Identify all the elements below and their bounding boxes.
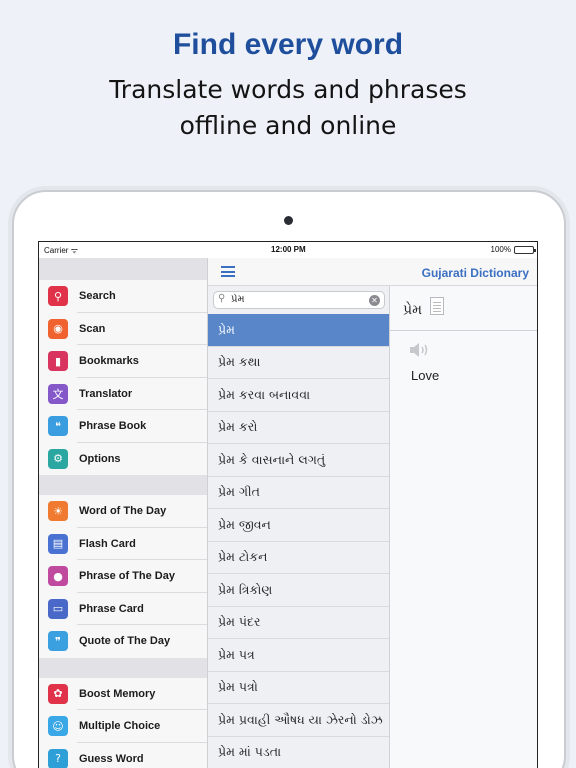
flash-card-icon: ▤ bbox=[48, 533, 68, 554]
sidebar-item-label: Boost Memory bbox=[79, 687, 156, 700]
sidebar-item-label: Guess Word bbox=[79, 752, 144, 765]
word-list-item[interactable]: પ્રેમ કે વાસનાને લગતું bbox=[208, 444, 389, 477]
sidebar-item-label: Bookmarks bbox=[79, 355, 139, 368]
sidebar-item-label: Phrase Card bbox=[79, 602, 144, 615]
sidebar-item-label: Quote of The Day bbox=[79, 635, 171, 648]
carrier-label: Carrier ᯤ bbox=[44, 246, 78, 255]
sidebar-item-multiple-choice[interactable]: ☺ Multiple Choice bbox=[39, 710, 207, 743]
translation-text: Love bbox=[411, 368, 440, 383]
promo-subline-line-2: offline and online bbox=[179, 111, 397, 140]
sidebar-item-label: Options bbox=[79, 452, 121, 465]
battery-percent: 100% bbox=[490, 245, 511, 254]
word-list-item[interactable]: પ્રેમ માં પડતા bbox=[208, 736, 389, 768]
sidebar-item-guess-word[interactable]: ? Guess Word bbox=[39, 743, 207, 768]
camera-icon: ◉ bbox=[48, 318, 68, 339]
sidebar-item-label: Phrase Book bbox=[79, 420, 147, 433]
chat-bubble-icon: ● bbox=[48, 566, 68, 587]
app-title: Gujarati Dictionary bbox=[421, 266, 529, 280]
search-icon: ⚲ bbox=[218, 293, 226, 304]
sidebar-item-search[interactable]: ⚲ Search bbox=[39, 280, 207, 313]
detail-header: પ્રેમ bbox=[390, 286, 537, 331]
word-list-item[interactable]: પ્રેમ ત્રિકોણ bbox=[208, 574, 389, 607]
word-list-item[interactable]: પ્રેમ ટોકન bbox=[208, 541, 389, 574]
phrase-book-icon: ❝ bbox=[48, 416, 68, 437]
sidebar-top-gap bbox=[39, 258, 207, 280]
word-list-item[interactable]: પ્રેમ કથા bbox=[208, 346, 389, 379]
sidebar-item-boost-memory[interactable]: ✿ Boost Memory bbox=[39, 678, 207, 711]
front-camera bbox=[284, 216, 293, 225]
sidebar-item-quote-of-the-day[interactable]: ❞ Quote of The Day bbox=[39, 625, 207, 658]
sidebar-item-label: Phrase of The Day bbox=[79, 570, 175, 583]
word-list-item[interactable]: પ્રેમ પંદર bbox=[208, 606, 389, 639]
sidebar-item-label: Translator bbox=[79, 387, 133, 400]
sidebar-section-gap bbox=[39, 657, 207, 678]
sidebar-item-phrase-book[interactable]: ❝ Phrase Book bbox=[39, 410, 207, 443]
hamburger-menu-icon[interactable] bbox=[221, 266, 235, 277]
battery-status: 100% bbox=[490, 245, 536, 254]
bookmark-icon: ▮ bbox=[48, 351, 68, 372]
sidebar-section-gap bbox=[39, 475, 207, 495]
sidebar-item-scan[interactable]: ◉ Scan bbox=[39, 313, 207, 346]
sidebar-item-options[interactable]: ⚙ Options bbox=[39, 443, 207, 476]
sidebar-item-flash-card[interactable]: ▤ Flash Card bbox=[39, 528, 207, 561]
search-icon: ⚲ bbox=[48, 286, 68, 307]
document-icon[interactable] bbox=[430, 297, 444, 315]
sidebar-item-translator[interactable]: 文 Translator bbox=[39, 378, 207, 411]
promo-headline: Find every word bbox=[172, 28, 404, 61]
sidebar-item-label: Flash Card bbox=[79, 537, 136, 550]
word-list-item[interactable]: પ્રેમ bbox=[208, 314, 389, 347]
app-screen: Carrier ᯤ 12:00 PM 100% ⚲ Search ◉ Scan ▮ Boo… bbox=[38, 241, 538, 768]
sidebar-item-bookmarks[interactable]: ▮ Bookmarks bbox=[39, 345, 207, 378]
card-icon: ▭ bbox=[48, 598, 68, 619]
nav-bar: Gujarati Dictionary bbox=[208, 258, 537, 286]
gear-icon: ⚙ bbox=[48, 448, 68, 469]
sun-icon: ☀ bbox=[48, 501, 68, 522]
sidebar-group: ☀ Word of The Day ▤ Flash Card ● Phrase of Th… bbox=[39, 495, 207, 658]
quote-icon: ❞ bbox=[48, 631, 68, 652]
sidebar: ⚲ Search ◉ Scan ▮ Bookmarks 文 Translator ❝ Phrase… bbox=[39, 258, 208, 768]
sidebar-group: ⚲ Search ◉ Scan ▮ Bookmarks 文 Translator ❝ Phrase… bbox=[39, 280, 207, 475]
translate-icon: 文 bbox=[48, 383, 68, 404]
sidebar-item-word-of-the-day[interactable]: ☀ Word of The Day bbox=[39, 495, 207, 528]
sidebar-item-label: Multiple Choice bbox=[79, 720, 161, 733]
word-list-item[interactable]: પ્રેમ પ્રવાહી ઔષધ યા ઝેરનો ડોઝ bbox=[208, 704, 389, 737]
clock: 12:00 PM bbox=[271, 245, 306, 254]
speaker-icon[interactable] bbox=[409, 342, 431, 358]
detail-pane: પ્રેમ Love bbox=[390, 286, 537, 768]
sidebar-groups: ⚲ Search ◉ Scan ▮ Bookmarks 文 Translator ❝ Phrase… bbox=[39, 280, 207, 768]
word-list-item[interactable]: પ્રેમ કરો bbox=[208, 411, 389, 444]
sidebar-item-label: Search bbox=[79, 290, 116, 303]
promo-subline: Translate words and phrases offline and … bbox=[0, 72, 576, 144]
people-icon: ☺ bbox=[48, 716, 68, 737]
word-list: પ્રેમ પ્રેમ કથા પ્રેમ કરવા બનાવવા પ્રેમ કરો… bbox=[208, 314, 390, 768]
brain-icon: ✿ bbox=[48, 683, 68, 704]
search-bar: ⚲ ✕ bbox=[208, 286, 390, 314]
sidebar-item-label: Word of The Day bbox=[79, 505, 167, 518]
detail-word: પ્રેમ bbox=[403, 302, 422, 318]
promo-subline-line-1: Translate words and phrases bbox=[109, 75, 467, 104]
sidebar-item-phrase-card[interactable]: ▭ Phrase Card bbox=[39, 593, 207, 626]
word-list-item[interactable]: પ્રેમ કરવા બનાવવા bbox=[208, 379, 389, 412]
sidebar-group: ✿ Boost Memory ☺ Multiple Choice? Guess Word bbox=[39, 677, 207, 768]
search-box[interactable]: ⚲ ✕ bbox=[213, 291, 385, 309]
battery-icon bbox=[514, 245, 536, 254]
word-list-item[interactable]: પ્રેમ પત્ર bbox=[208, 639, 389, 672]
word-list-item[interactable]: પ્રેમ પત્રો bbox=[208, 671, 389, 704]
search-input[interactable] bbox=[231, 294, 361, 305]
clear-icon[interactable]: ✕ bbox=[369, 295, 380, 306]
word-list-item[interactable]: પ્રેમ જીવન bbox=[208, 509, 389, 542]
word-list-item[interactable]: પ્રેમ ગીત bbox=[208, 476, 389, 509]
sidebar-item-label: Scan bbox=[79, 322, 106, 335]
question-icon: ? bbox=[48, 748, 68, 768]
sidebar-item-phrase-of-the-day[interactable]: ● Phrase of The Day bbox=[39, 560, 207, 593]
status-bar: Carrier ᯤ 12:00 PM 100% bbox=[39, 242, 537, 258]
wifi-icon: ᯤ bbox=[70, 246, 78, 255]
